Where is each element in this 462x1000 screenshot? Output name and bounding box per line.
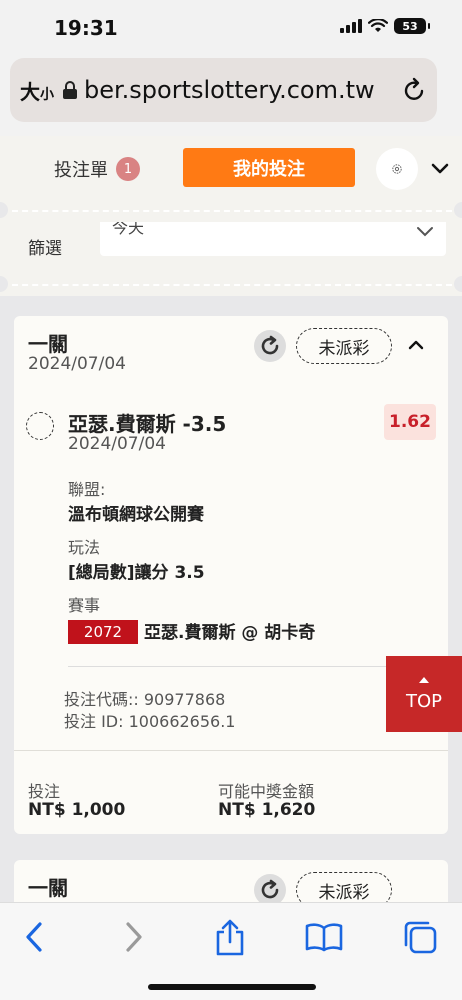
divider-dashed [12, 210, 452, 212]
event-label: 賽事 [68, 596, 101, 615]
signal-icon [340, 19, 362, 33]
battery-icon: 53 [394, 18, 430, 34]
home-indicator [148, 984, 316, 990]
bet-card: 一關 2024/07/04 未派彩 亞瑟.費爾斯 -3.5 2024/07/04… [14, 316, 448, 834]
chevron-down-icon[interactable] [430, 158, 450, 178]
bet-status-badge: 未派彩 [296, 872, 392, 902]
refresh-icon [261, 335, 279, 355]
share-icon [216, 919, 244, 956]
reload-icon[interactable] [401, 77, 427, 103]
my-bets-button[interactable]: 我的投注 [183, 148, 355, 187]
status-time: 19:31 [54, 16, 118, 40]
url-text[interactable]: ber.sportslottery.com.tw [84, 76, 401, 104]
back-button[interactable] [14, 917, 54, 957]
status-icons: 53 [340, 18, 430, 34]
bet-type-title: 一關 [28, 332, 68, 356]
arrow-up-icon [419, 676, 429, 683]
forward-button[interactable] [114, 917, 154, 957]
address-bar[interactable]: 大小 ber.sportslottery.com.tw [10, 58, 437, 122]
stake-label: 投注 [28, 782, 61, 801]
bet-id: 投注 ID: 100662656.1 [64, 712, 236, 731]
selection-name: 亞瑟.費爾斯 -3.5 [68, 412, 227, 436]
lock-icon [63, 81, 77, 99]
potential-win-value: NT$ 1,620 [218, 800, 316, 820]
refresh-button[interactable] [254, 874, 286, 902]
stake-value: NT$ 1,000 [28, 800, 126, 820]
bet-code: 投注代碼:: 90977868 [64, 690, 226, 709]
filter-value: 今天 [112, 222, 145, 237]
selection-date: 2024/07/04 [68, 434, 166, 454]
filter-label: 篩選 [28, 239, 62, 259]
divider [68, 666, 428, 667]
book-icon [305, 923, 343, 952]
bet-date: 2024/07/04 [28, 354, 126, 374]
tabs-icon [404, 921, 437, 954]
chevron-right-icon [126, 922, 142, 952]
status-bar: 19:31 53 [0, 0, 462, 56]
filter-row: 篩選 今天 [0, 222, 462, 272]
market-value: [總局數]讓分 3.5 [68, 563, 205, 583]
bet-card: 一關 未派彩 [14, 860, 448, 902]
bet-status-badge: 未派彩 [296, 328, 392, 364]
bookmarks-button[interactable] [304, 917, 344, 957]
tabs-button[interactable] [400, 917, 440, 957]
scroll-top-label: TOP [405, 690, 443, 712]
refresh-icon [261, 879, 279, 899]
browser-address-area: 大小 ber.sportslottery.com.tw [0, 56, 462, 136]
tab-row: 投注單 1 我的投注 [0, 136, 462, 204]
event-id-badge: 2072 [68, 620, 138, 644]
text-size-button[interactable]: 大小 [20, 76, 54, 105]
bet-header-panel: 投注單 1 我的投注 篩選 今天 [0, 136, 462, 296]
tab-bet-slip[interactable]: 投注單 1 [54, 156, 140, 182]
bet-slip-label: 投注單 [54, 160, 108, 181]
chevron-down-icon [417, 227, 433, 237]
market-label: 玩法 [68, 538, 101, 557]
page-content: 投注單 1 我的投注 篩選 今天 一關 2024/07/04 未派彩 亞瑟.費爾… [0, 136, 462, 902]
bet-type-title: 一關 [28, 876, 68, 900]
chevron-left-icon [26, 922, 42, 952]
filter-select[interactable]: 今天 [100, 222, 446, 256]
gear-icon [392, 164, 402, 174]
refresh-button[interactable] [254, 330, 286, 362]
divider [14, 750, 448, 751]
scroll-top-button[interactable]: TOP [386, 656, 462, 732]
league-label: 聯盟: [68, 480, 106, 499]
settings-button[interactable] [376, 148, 418, 190]
selection-radio[interactable] [26, 412, 54, 440]
share-button[interactable] [210, 917, 250, 957]
potential-win-label: 可能中獎金額 [218, 782, 315, 801]
event-name: 亞瑟.費爾斯 @ 胡卡奇 [144, 623, 316, 643]
chevron-up-icon[interactable] [406, 336, 426, 352]
wifi-icon [368, 19, 388, 32]
bet-slip-count-badge: 1 [116, 157, 140, 181]
divider-dashed [12, 284, 452, 286]
odds-badge: 1.62 [384, 404, 436, 440]
league-value: 溫布頓網球公開賽 [68, 505, 204, 525]
